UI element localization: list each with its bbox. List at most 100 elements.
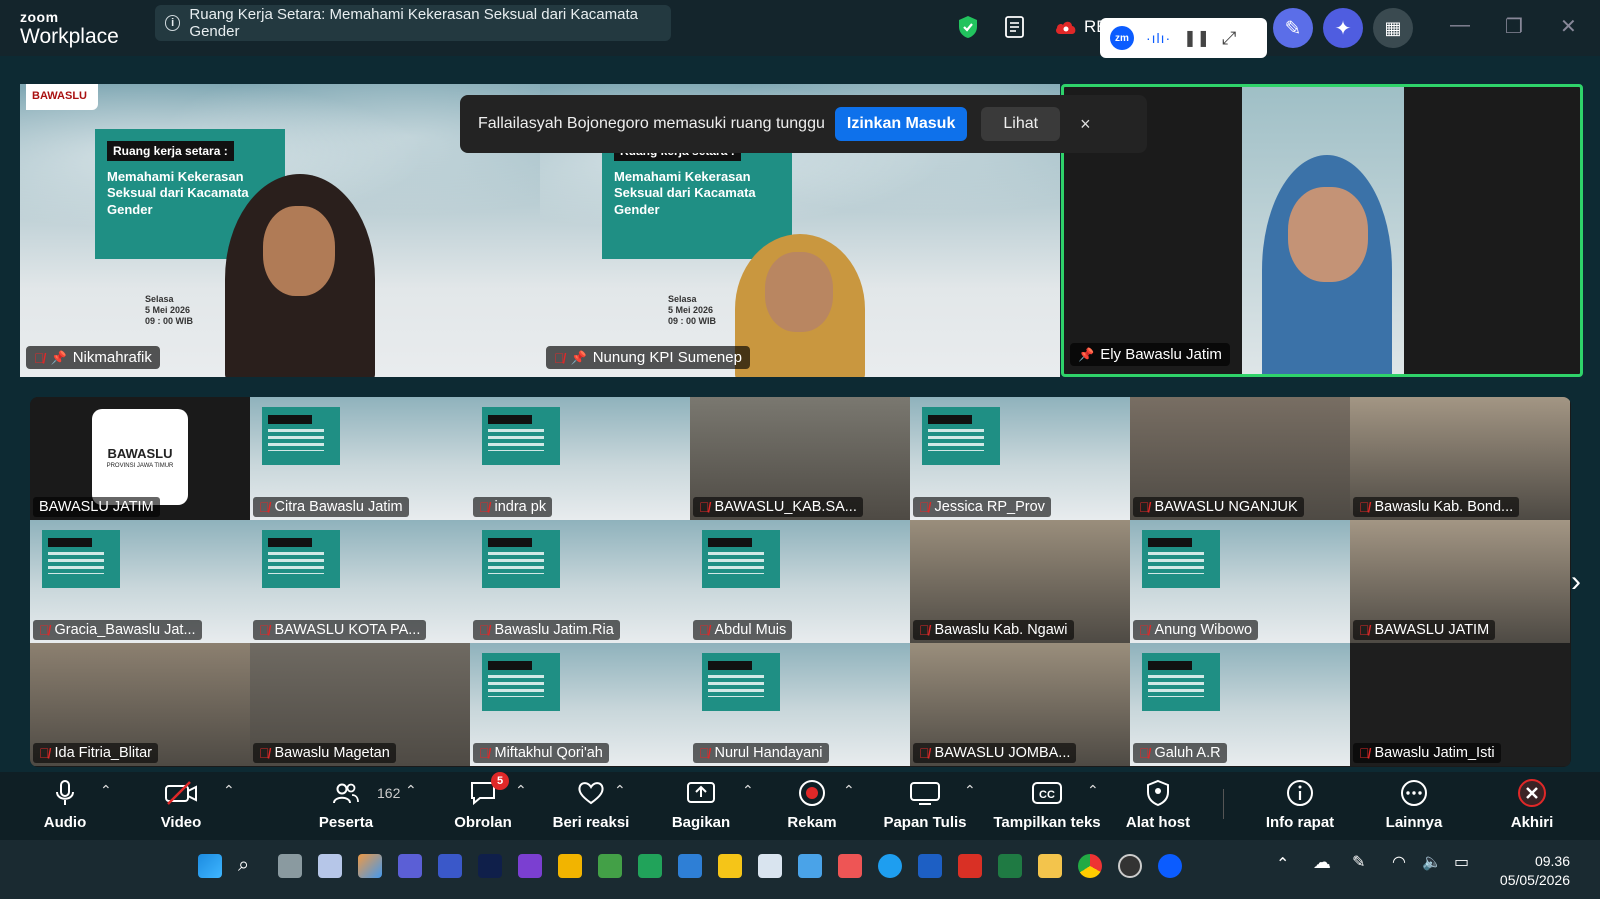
participant-tile[interactable]: 🎙̸ BAWASLU JATIM bbox=[1350, 520, 1570, 643]
minimize-icon[interactable]: — bbox=[1450, 14, 1470, 37]
app-icon-5[interactable] bbox=[558, 854, 582, 878]
excel-icon[interactable] bbox=[998, 854, 1022, 878]
more-button[interactable]: Lainnya bbox=[1359, 776, 1469, 831]
next-page-icon[interactable]: › bbox=[1571, 565, 1581, 599]
app-icon-7[interactable] bbox=[638, 854, 662, 878]
meeting-title-bar[interactable]: i Ruang Kerja Setara: Memahami Kekerasan… bbox=[155, 5, 671, 41]
media-player-icon[interactable] bbox=[1118, 854, 1142, 878]
participant-name: Ida Fitria_Blitar bbox=[54, 745, 153, 761]
participant-tile[interactable]: 🎙̸ Bawaslu Kab. Ngawi bbox=[910, 520, 1130, 643]
battery-icon[interactable]: ▭ bbox=[1454, 852, 1469, 872]
expand-icon[interactable]: ⤢ bbox=[1222, 28, 1236, 49]
reactions-button[interactable]: Beri reaksi bbox=[536, 776, 646, 831]
participant-tile[interactable]: 🎙̸ BAWASLU JOMBA... bbox=[910, 643, 1130, 766]
video-button[interactable]: Video bbox=[126, 776, 236, 831]
chevron-up-icon[interactable]: ⌃ bbox=[1276, 854, 1289, 874]
captions-caret-icon[interactable]: ⌃ bbox=[1087, 782, 1099, 799]
end-meeting-button[interactable]: Akhiri bbox=[1487, 776, 1577, 831]
chat-caret-icon[interactable]: ⌃ bbox=[515, 782, 527, 799]
copilot-icon[interactable] bbox=[358, 854, 382, 878]
participant-name: Bawaslu Magetan bbox=[274, 745, 390, 761]
app-icon-10[interactable] bbox=[838, 854, 862, 878]
whiteboard-caret-icon[interactable]: ⌃ bbox=[964, 782, 976, 799]
shield-icon[interactable] bbox=[955, 14, 981, 40]
app-icon-6[interactable] bbox=[598, 854, 622, 878]
participant-tile[interactable]: 🎙̸ Ida Fitria_Blitar bbox=[30, 643, 250, 766]
participant-tile[interactable]: 🎙̸ Anung Wibowo bbox=[1130, 520, 1350, 643]
system-clock[interactable]: 09.36 05/05/2026 bbox=[1500, 852, 1570, 890]
ai-companion-button[interactable]: ✦ bbox=[1323, 8, 1363, 48]
slide-thumbnail bbox=[482, 653, 560, 711]
admit-button[interactable]: Izinkan Masuk bbox=[834, 107, 968, 141]
participant-name: Abdul Muis bbox=[714, 622, 787, 638]
word-icon[interactable] bbox=[918, 854, 942, 878]
host-tools-button[interactable]: Alat host bbox=[1103, 776, 1213, 831]
speaker-name-tag: 🎙̸ 📌 Nikmahrafik bbox=[26, 346, 160, 369]
pause-icon[interactable]: ❚❚ bbox=[1183, 28, 1210, 48]
heart-icon bbox=[577, 776, 605, 810]
participant-tile[interactable]: 🎙̸ Citra Bawaslu Jatim bbox=[250, 397, 470, 520]
video-caret-icon[interactable]: ⌃ bbox=[223, 782, 235, 799]
apps-button[interactable]: ▦ bbox=[1373, 8, 1413, 48]
participant-tile[interactable]: 🎙̸ Nurul Handayani bbox=[690, 643, 910, 766]
share-caret-icon[interactable]: ⌃ bbox=[742, 782, 754, 799]
sticky-notes-icon[interactable] bbox=[718, 854, 742, 878]
app-icon-3[interactable] bbox=[438, 854, 462, 878]
app-icon-11[interactable] bbox=[878, 854, 902, 878]
participant-name-tag: 🎙̸ Abdul Muis bbox=[693, 620, 793, 640]
restore-icon[interactable]: ❐ bbox=[1505, 14, 1523, 39]
file-explorer-icon[interactable] bbox=[1038, 854, 1062, 878]
share-button[interactable]: Bagikan bbox=[646, 776, 756, 831]
record-caret-icon[interactable]: ⌃ bbox=[843, 782, 855, 799]
participant-tile[interactable]: 🎙̸ Bawaslu Jatim.Ria bbox=[470, 520, 690, 643]
edge-icon[interactable] bbox=[678, 854, 702, 878]
participant-tile[interactable]: 🎙̸ BAWASLU_KAB.SA... bbox=[690, 397, 910, 520]
participant-name: BAWASLU JATIM bbox=[39, 499, 154, 515]
task-view-icon[interactable] bbox=[278, 854, 302, 878]
view-button[interactable]: Lihat bbox=[981, 107, 1061, 141]
participants-label: Peserta bbox=[318, 814, 374, 831]
participant-tile[interactable]: 🎙̸ Abdul Muis bbox=[690, 520, 910, 643]
participant-tile[interactable]: 🎙̸ BAWASLU KOTA PA... bbox=[250, 520, 470, 643]
close-window-icon[interactable]: ✕ bbox=[1560, 14, 1577, 39]
participant-tile[interactable]: 🎙̸ Bawaslu Jatim_Isti bbox=[1350, 643, 1570, 766]
participants-button[interactable]: 162 Peserta bbox=[291, 776, 401, 831]
recording-pill[interactable]: zm ·ılı· ❚❚ ⤢ bbox=[1100, 18, 1267, 58]
windows-start-icon[interactable] bbox=[198, 854, 222, 878]
participant-tile[interactable]: 🎙̸ Gracia_Bawaslu Jat... bbox=[30, 520, 250, 643]
annotate-button[interactable]: ✎ bbox=[1273, 8, 1313, 48]
reactions-caret-icon[interactable]: ⌃ bbox=[614, 782, 626, 799]
zoom-taskbar-icon[interactable] bbox=[1158, 854, 1182, 878]
participants-icon: 162 bbox=[333, 776, 400, 810]
apps-grid-icon: ▦ bbox=[1384, 17, 1402, 38]
microphone-icon bbox=[55, 776, 75, 810]
audio-caret-icon[interactable]: ⌃ bbox=[100, 782, 112, 799]
participant-tile[interactable]: 🎙̸ BAWASLU NGANJUK bbox=[1130, 397, 1350, 520]
app-icon-9[interactable] bbox=[798, 854, 822, 878]
close-icon[interactable]: × bbox=[1080, 114, 1091, 135]
participant-tile[interactable]: 🎙̸ Bawaslu Magetan bbox=[250, 643, 470, 766]
participant-tile[interactable]: BAWASLU PROVINSI JAWA TIMUR BAWASLU JATIM bbox=[30, 397, 250, 520]
pen-icon[interactable]: ✎ bbox=[1352, 852, 1365, 872]
participant-tile[interactable]: 🎙̸ Jessica RP_Prov bbox=[910, 397, 1130, 520]
host-tools-label: Alat host bbox=[1125, 814, 1191, 831]
volume-icon[interactable]: 🔈 bbox=[1422, 852, 1442, 872]
pdf-icon[interactable] bbox=[958, 854, 982, 878]
participant-tile[interactable]: 🎙̸ Bawaslu Kab. Bond... bbox=[1350, 397, 1570, 520]
app-icon-1[interactable] bbox=[318, 854, 342, 878]
participant-tile[interactable]: 🎙̸ Miftakhul Qori'ah bbox=[470, 643, 690, 766]
participant-tile[interactable]: 🎙̸ Galuh A.R bbox=[1130, 643, 1350, 766]
participants-caret-icon[interactable]: ⌃ bbox=[405, 782, 417, 799]
search-icon[interactable]: ⌕ bbox=[238, 854, 262, 878]
app-icon-4[interactable] bbox=[518, 854, 542, 878]
wifi-icon[interactable]: ◠ bbox=[1392, 852, 1406, 872]
chrome-icon[interactable] bbox=[1078, 854, 1102, 878]
notes-icon[interactable] bbox=[1002, 14, 1028, 40]
reactions-label: Beri reaksi bbox=[552, 814, 630, 831]
meeting-info-button[interactable]: Info rapat bbox=[1245, 776, 1355, 831]
participant-tile[interactable]: 🎙̸ indra pk bbox=[470, 397, 690, 520]
onedrive-cloud-icon[interactable]: ☁ bbox=[1313, 852, 1331, 873]
app-icon-2[interactable] bbox=[398, 854, 422, 878]
photoshop-icon[interactable] bbox=[478, 854, 502, 878]
app-icon-8[interactable] bbox=[758, 854, 782, 878]
